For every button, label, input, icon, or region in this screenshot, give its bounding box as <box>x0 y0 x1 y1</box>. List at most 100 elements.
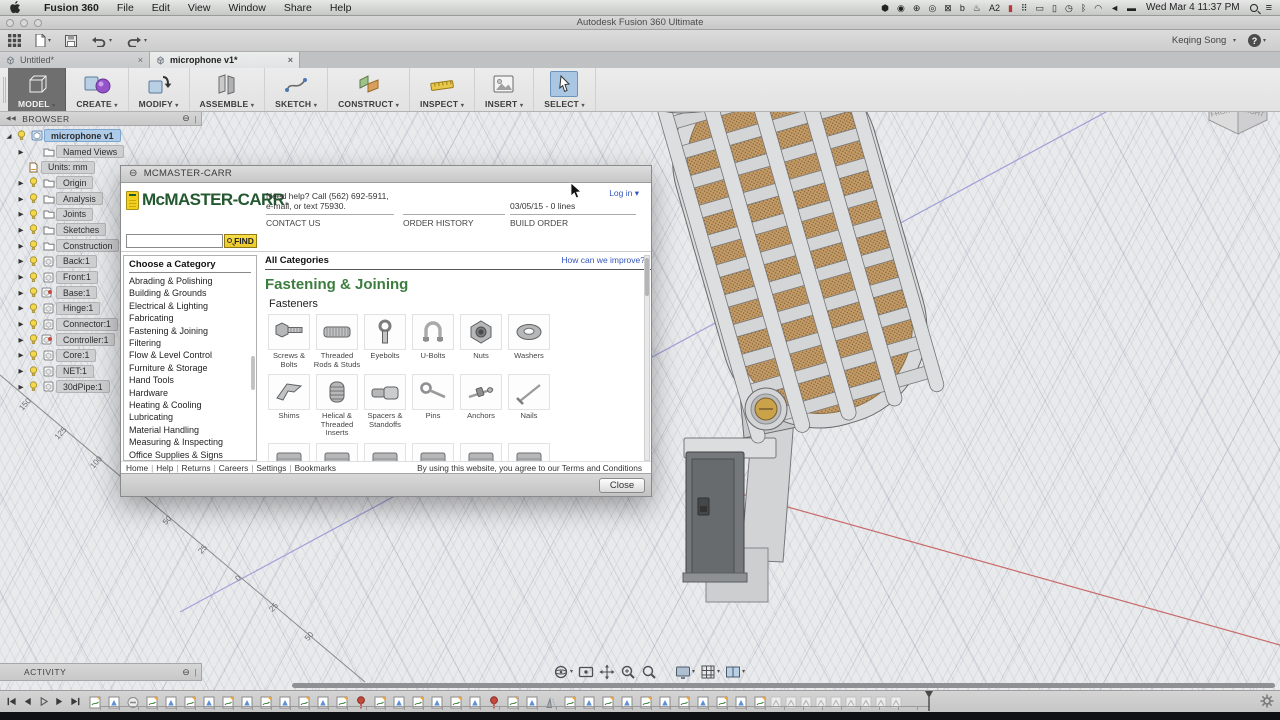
bell-icon[interactable]: ♨ <box>973 0 981 16</box>
visibility-bulb-icon[interactable] <box>26 272 41 283</box>
product-shim[interactable]: Shims <box>265 374 313 438</box>
product-rod[interactable]: Threaded Rods & Studs <box>313 314 361 369</box>
expand-arrow-icon[interactable]: ▶ <box>16 195 26 203</box>
footer-link-careers[interactable]: Careers <box>219 463 249 473</box>
collapse-panel-icon[interactable]: ◀◀ <box>6 115 16 122</box>
expand-arrow-icon[interactable]: ▶ <box>16 336 26 344</box>
visibility-bulb-icon[interactable] <box>26 366 41 377</box>
product-partial[interactable] <box>361 443 409 461</box>
expand-arrow-icon[interactable]: ▶ <box>16 367 26 375</box>
product-partial[interactable] <box>457 443 505 461</box>
browser-item-label[interactable]: Sketches <box>56 223 106 236</box>
browser-item-label[interactable]: Controller:1 <box>56 333 115 346</box>
browser-item-label[interactable]: Joints <box>56 208 93 221</box>
ribbon-group-insert[interactable]: INSERT ▾ <box>475 68 534 111</box>
record-app-icon[interactable]: ◉ <box>897 0 905 16</box>
visibility-bulb-icon[interactable] <box>26 193 41 204</box>
ribbon-group-select[interactable]: SELECT ▾ <box>534 68 596 111</box>
category-link[interactable]: Heating & Cooling <box>129 399 251 411</box>
visibility-bulb-icon[interactable] <box>26 256 41 267</box>
visibility-bulb-icon[interactable] <box>26 303 41 314</box>
step-back-button[interactable] <box>22 696 33 707</box>
find-button[interactable]: FIND <box>224 234 257 248</box>
gridvis-tool-icon[interactable]: ▾ <box>700 664 720 680</box>
browser-item-label[interactable]: NET:1 <box>56 365 94 378</box>
mcmaster-dialog-title-bar[interactable]: ⊖ MCMASTER-CARR <box>121 166 651 183</box>
browser-item-label[interactable]: microphone v1 <box>44 129 121 142</box>
redo-icon[interactable]: ▾ <box>126 35 147 47</box>
ribbon-group-sketch[interactable]: SKETCH ▾ <box>265 68 328 111</box>
expand-arrow-icon[interactable]: ▶ <box>16 351 26 359</box>
footer-link-settings[interactable]: Settings <box>256 463 286 473</box>
mcmaster-logo[interactable]: McMASTER-CARR. <box>126 190 289 210</box>
browser-item-label[interactable]: Hinge:1 <box>56 302 100 315</box>
b-app-icon[interactable]: b <box>960 0 965 16</box>
product-bolt[interactable]: Screws & Bolts <box>265 314 313 369</box>
category-link[interactable]: Measuring & Inspecting <box>129 436 251 448</box>
category-link[interactable]: Hand Tools <box>129 374 251 386</box>
step-forward-button[interactable] <box>54 696 65 707</box>
visibility-bulb-icon[interactable] <box>14 130 29 141</box>
panel-minimize-icon[interactable]: ⊖ <box>182 667 190 678</box>
build-order-link[interactable]: BUILD ORDER <box>510 214 636 228</box>
product-pin[interactable]: Pins <box>409 374 457 438</box>
expand-arrow-icon[interactable]: ▶ <box>16 383 26 391</box>
expand-arrow-icon[interactable]: ▶ <box>16 289 26 297</box>
category-link[interactable]: Office Supplies & Signs <box>129 449 251 461</box>
expand-arrow-icon[interactable]: ▶ <box>16 179 26 187</box>
red-display-icon[interactable]: ▮ <box>1008 0 1013 16</box>
expand-arrow-icon[interactable]: ▶ <box>16 320 26 328</box>
timeline-scrollbar[interactable] <box>292 683 1275 688</box>
expand-arrow-icon[interactable]: ◢ <box>4 132 14 140</box>
close-button[interactable]: Close <box>599 478 645 493</box>
category-link[interactable]: Material Handling <box>129 424 251 436</box>
category-link[interactable]: Lubricating <box>129 411 251 423</box>
dialog-scrollbar[interactable] <box>644 255 650 461</box>
undo-icon[interactable]: ▾ <box>91 35 112 47</box>
menu-item-fusion-360[interactable]: Fusion 360 <box>35 2 108 14</box>
timeline-settings-gear-icon[interactable] <box>1260 694 1274 708</box>
input-source-icon[interactable]: A2 <box>989 0 1000 16</box>
box-app-icon[interactable]: ⊠ <box>944 0 952 16</box>
ribbon-group-inspect[interactable]: INSPECT ▾ <box>410 68 475 111</box>
visibility-bulb-icon[interactable] <box>26 350 41 361</box>
apple-menu-icon[interactable] <box>10 1 21 14</box>
battery-icon[interactable]: ▬ <box>1127 0 1136 16</box>
product-spacer[interactable]: Spacers & Standoffs <box>361 374 409 438</box>
orbit-tool-icon[interactable]: ▾ <box>553 664 573 680</box>
airplay-icon[interactable]: ▭ <box>1036 0 1045 16</box>
product-partial[interactable] <box>505 443 553 461</box>
go-to-end-button[interactable] <box>70 696 81 707</box>
user-account-menu[interactable]: Keqing Song ▾ <box>1172 35 1236 46</box>
display-icon[interactable]: ▯ <box>1052 0 1057 16</box>
product-anchor[interactable]: Anchors <box>457 374 505 438</box>
menu-item-file[interactable]: File <box>108 2 143 14</box>
product-partial[interactable] <box>265 443 313 461</box>
menu-item-window[interactable]: Window <box>219 2 274 14</box>
visibility-bulb-icon[interactable] <box>26 319 41 330</box>
go-to-start-button[interactable] <box>6 696 17 707</box>
menu-item-edit[interactable]: Edit <box>143 2 179 14</box>
expand-arrow-icon[interactable]: ▶ <box>16 226 26 234</box>
expand-arrow-icon[interactable]: ▶ <box>16 148 26 156</box>
browser-item-label[interactable]: Front:1 <box>56 271 98 284</box>
menu-item-share[interactable]: Share <box>275 2 321 14</box>
help-menu[interactable]: ?▾ <box>1248 34 1266 47</box>
zoom-tool-icon[interactable] <box>620 664 636 680</box>
footer-link-returns[interactable]: Returns <box>182 463 211 473</box>
browser-item-label[interactable]: Origin <box>56 176 93 189</box>
browser-item-label[interactable]: Base:1 <box>56 286 97 299</box>
product-ubolt[interactable]: U-Bolts <box>409 314 457 369</box>
spotlight-icon[interactable] <box>1250 4 1258 12</box>
product-insert[interactable]: Helical & Threaded Inserts <box>313 374 361 438</box>
viewports-tool-icon[interactable]: ▾ <box>725 664 745 680</box>
product-nut[interactable]: Nuts <box>457 314 505 369</box>
product-nail[interactable]: Nails <box>505 374 553 438</box>
visibility-bulb-icon[interactable] <box>26 224 41 235</box>
display-tool-icon[interactable]: ▾ <box>675 664 695 680</box>
browser-panel-header[interactable]: ◀◀ BROWSER ⊖ | <box>0 112 202 126</box>
product-partial[interactable] <box>409 443 457 461</box>
browser-item-label[interactable]: Units: mm <box>41 161 95 174</box>
product-washer[interactable]: Washers <box>505 314 553 369</box>
expand-arrow-icon[interactable]: ▶ <box>16 210 26 218</box>
